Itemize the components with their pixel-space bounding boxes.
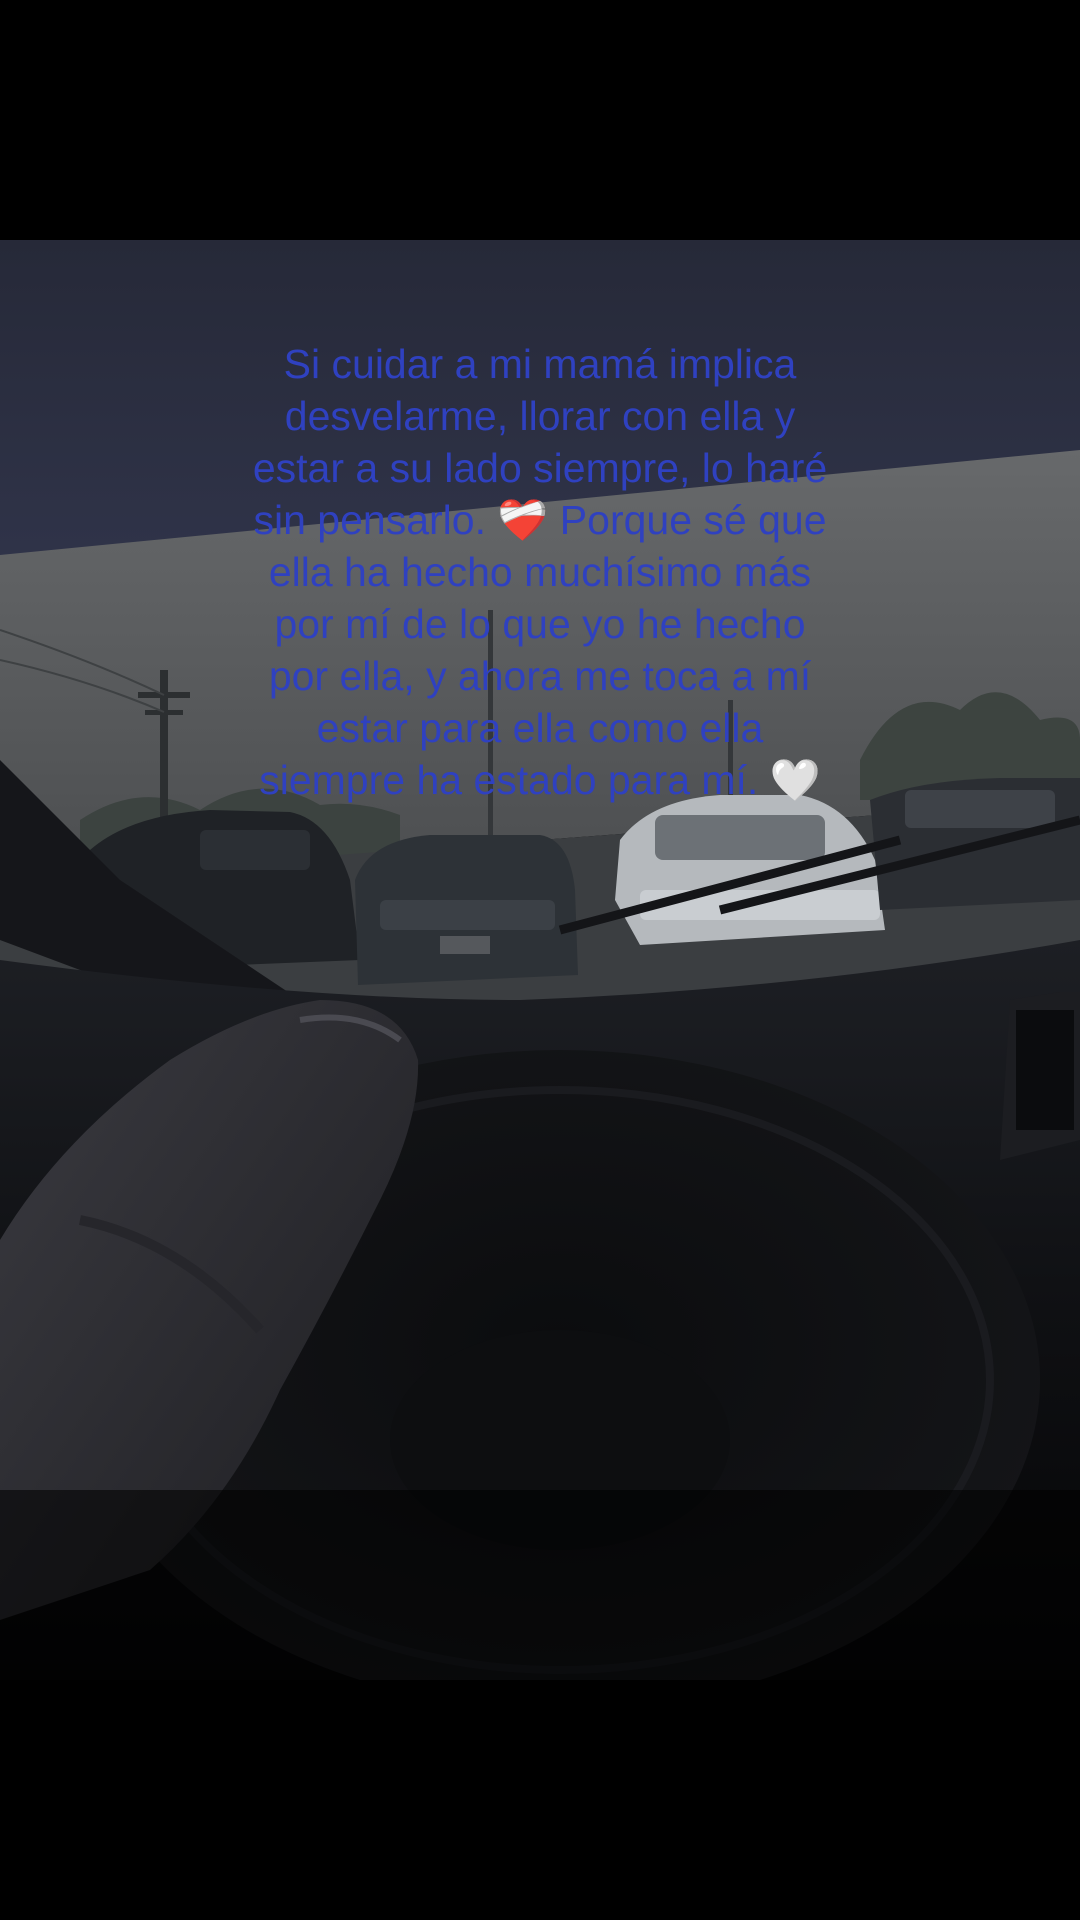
story-frame: Si cuidar a mi mamá implica desvelarme, … [0,0,1080,1920]
story-caption: Si cuidar a mi mamá implica desvelarme, … [252,341,828,803]
